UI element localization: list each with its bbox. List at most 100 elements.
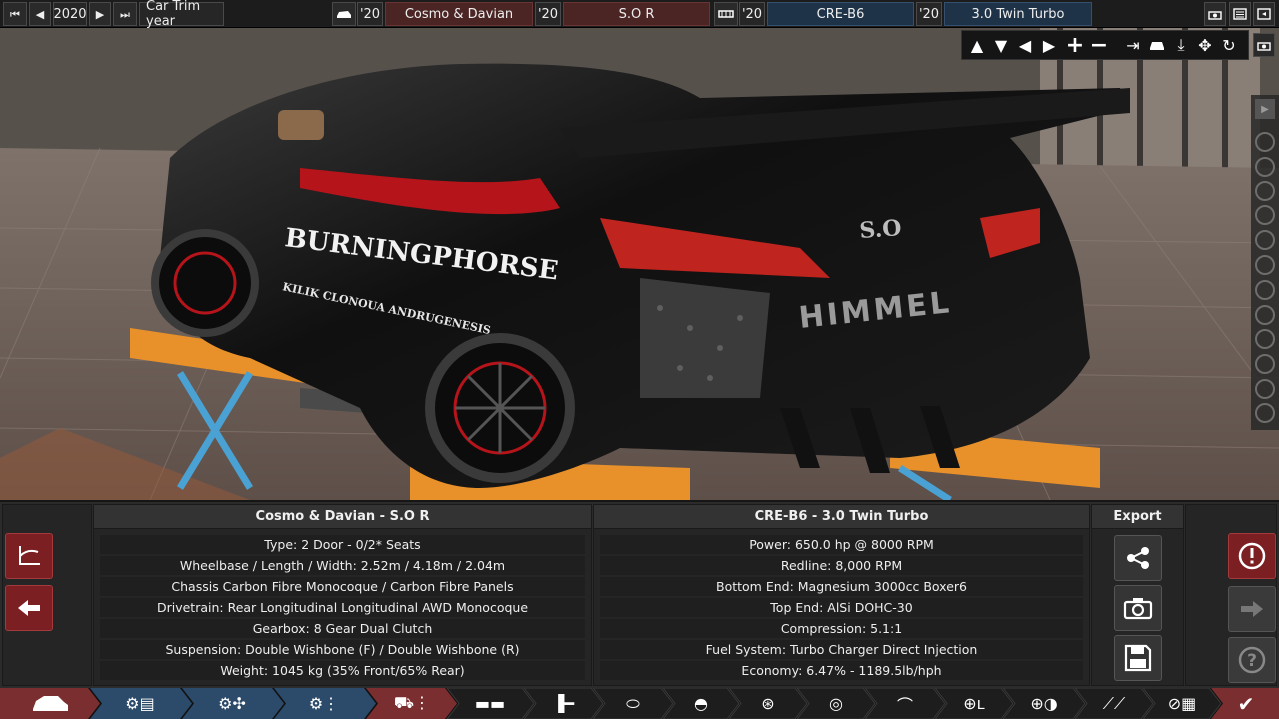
engine-selector[interactable]: CRE-B6 (767, 2, 914, 26)
nav-engine-test[interactable]: ⛟⋮ (382, 688, 442, 719)
paint-view-button[interactable] (1255, 157, 1275, 177)
floppy-disk-icon (1124, 644, 1152, 672)
engine-compression-row: Compression: 5.1:1 (600, 619, 1083, 638)
nav-fuel[interactable]: ⟋⟋ (1088, 688, 1140, 719)
trim-icon: ▬▬ (474, 694, 506, 713)
prev-year-button[interactable]: ◀ (29, 2, 51, 26)
exhaust-view-button[interactable] (1255, 305, 1275, 325)
exit-button[interactable] (1253, 2, 1275, 26)
nav-aero[interactable]: ⌒ (878, 688, 932, 719)
camera-left-button[interactable]: ◀ (1014, 34, 1036, 56)
status-panel: ? (1185, 504, 1277, 686)
pan-button[interactable]: ✥ (1194, 34, 1216, 56)
first-year-button[interactable]: ⏮ (3, 2, 27, 26)
car-chassis-row: Chassis Carbon Fibre Monocoque / Carbon … (100, 577, 585, 596)
svg-text:?: ? (1247, 651, 1257, 671)
car-weight-row: Weight: 1045 kg (35% Front/65% Rear) (100, 661, 585, 680)
camera-icon (1257, 41, 1271, 51)
next-button[interactable] (1228, 586, 1276, 632)
share-button[interactable] (1114, 535, 1162, 581)
car-dimensions-row: Wheelbase / Length / Width: 2.52m / 4.18… (100, 556, 585, 575)
exit-icon (1257, 8, 1271, 20)
rotate-icon: ↻ (1222, 35, 1236, 55)
align-button[interactable]: ⇥ (1122, 34, 1144, 56)
nav-complete[interactable]: ✔ (1226, 688, 1266, 719)
zoom-out-button[interactable]: − (1088, 33, 1110, 58)
camera-control-panel: ▲ ▼ ◀ ▶ + − ⇥ ⤓ ✥ ↻ (961, 30, 1249, 60)
reset-view-button[interactable]: ↻ (1218, 34, 1240, 56)
car-suspension-row: Suspension: Double Wishbone (F) / Double… (100, 640, 585, 659)
brake-view-button[interactable] (1255, 329, 1275, 349)
export-panel: Export (1091, 504, 1184, 686)
settings-view-button[interactable] (1255, 354, 1275, 374)
save-button[interactable] (1114, 635, 1162, 681)
nav-car-model[interactable] (20, 688, 80, 719)
photo-button[interactable] (1114, 585, 1162, 631)
circle-view-button[interactable] (1255, 403, 1275, 423)
nav-race-finish[interactable]: ⊘▦ (1156, 688, 1208, 719)
car-icon (33, 695, 68, 711)
fuel-icon: ⟋⟋ (1102, 693, 1126, 713)
lower-button[interactable]: ⤓ (1170, 34, 1192, 56)
last-year-button[interactable]: ⏭ (113, 2, 137, 26)
car-view-button[interactable] (1146, 34, 1168, 56)
engine-view-button[interactable] (1255, 280, 1275, 300)
engine-folder-icon: ⚙▤ (125, 694, 155, 713)
nav-testing[interactable]: ⊕◑ (1016, 688, 1072, 719)
arrow-left-icon (18, 600, 40, 616)
list-icon (1233, 8, 1247, 20)
arrow-left-icon: ◀ (1018, 35, 1032, 55)
trim-selector[interactable]: S.O R (563, 2, 710, 26)
model-button[interactable] (332, 2, 356, 26)
car-type-row: Type: 2 Door - 0/2* Seats (100, 535, 585, 554)
tuning-icon: ⚙⋮ (308, 694, 340, 713)
skip-forward-icon: ⏭ (120, 7, 130, 21)
nav-trim[interactable]: ▬▬ (460, 688, 520, 719)
camera-down-button[interactable]: ▼ (990, 34, 1012, 56)
car-viewport[interactable]: BURNINGPHORSE KILIK CLONOUA ANDRUGENESIS… (0, 28, 1279, 500)
plus-icon: + (1065, 32, 1085, 58)
info-button[interactable] (1229, 2, 1251, 26)
piston-icon: ⚙✣ (218, 694, 246, 713)
warning-button[interactable] (1228, 533, 1276, 579)
body-view-button[interactable] (1255, 230, 1275, 250)
car-render: BURNINGPHORSE KILIK CLONOUA ANDRUGENESIS… (0, 28, 1279, 500)
move-icon: ✥ (1198, 35, 1212, 55)
driver-view-button[interactable] (1255, 379, 1275, 399)
help-icon: ? (1238, 646, 1266, 674)
help-button[interactable]: ? (1228, 637, 1276, 683)
next-year-button[interactable]: ▶ (89, 2, 111, 26)
nav-engine-tuning[interactable]: ⚙⋮ (292, 688, 356, 719)
capture-button[interactable] (1253, 33, 1275, 57)
zoom-in-button[interactable]: + (1064, 32, 1086, 58)
engine-summary-panel: CRE-B6 - 3.0 Twin Turbo Power: 650.0 hp … (593, 504, 1090, 686)
aero-icon: ⌒ (896, 695, 913, 715)
nav-engine-files[interactable]: ⚙▤ (108, 688, 172, 719)
expand-toolbar-button[interactable]: ▶ (1255, 99, 1275, 119)
chassis-view-button[interactable] (1255, 205, 1275, 225)
interior-view-button[interactable] (1255, 255, 1275, 275)
graph-button[interactable] (5, 533, 53, 579)
seat-wheel-icon: ⊕ʟ (963, 694, 985, 713)
stage-navigation: ⚙▤ ⚙✣ ⚙⋮ ⛟⋮ ▬▬ ▐━ ⬭ ◓ ⊛ ◎ ⌒ ⊕ʟ ⊕◑ ⟋⟋ ⊘▦ … (0, 688, 1279, 719)
expand-arrow-icon: ▶ (1261, 103, 1269, 115)
checkered-flag-icon: ⊘▦ (1167, 694, 1197, 713)
engine-button[interactable] (714, 2, 738, 26)
nav-engine-design[interactable]: ⚙✣ (200, 688, 264, 719)
model-selector[interactable]: Cosmo & Davian (385, 2, 533, 26)
back-button[interactable] (5, 585, 53, 631)
wheel-view-button[interactable] (1255, 132, 1275, 152)
camera-right-button[interactable]: ▶ (1038, 34, 1060, 56)
nav-fixtures[interactable]: ⬭ (606, 688, 660, 719)
nav-brakes[interactable]: ◎ (810, 688, 862, 719)
nav-interior[interactable]: ⊕ʟ (948, 688, 1000, 719)
screenshot-button[interactable] (1204, 2, 1226, 26)
nav-drivetrain[interactable]: ▐━ (536, 688, 590, 719)
nav-tyres[interactable]: ◓ (676, 688, 726, 719)
suspension-view-button[interactable] (1255, 181, 1275, 201)
headlight-icon: ⬭ (626, 693, 640, 713)
variant-selector[interactable]: 3.0 Twin Turbo (944, 2, 1092, 26)
checkmark-icon: ✔ (1237, 691, 1255, 716)
camera-up-button[interactable]: ▲ (966, 34, 988, 56)
nav-wheels[interactable]: ⊛ (742, 688, 794, 719)
